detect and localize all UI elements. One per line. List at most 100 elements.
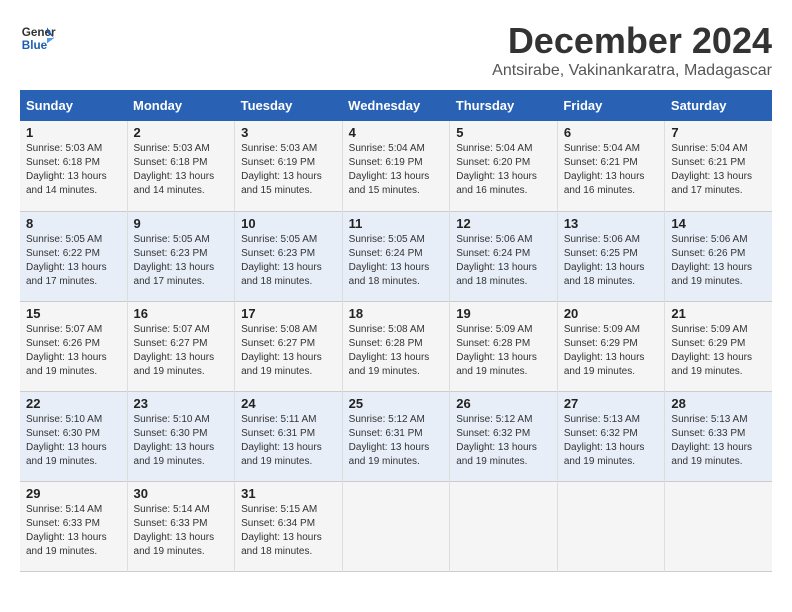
day-info: Sunrise: 5:12 AMSunset: 6:31 PMDaylight:… — [349, 413, 444, 469]
calendar-cell: 23 Sunrise: 5:10 AMSunset: 6:30 PMDayligh… — [127, 391, 235, 481]
calendar-cell — [557, 481, 665, 571]
calendar-cell: 25 Sunrise: 5:12 AMSunset: 6:31 PMDayligh… — [342, 391, 450, 481]
calendar-cell: 11 Sunrise: 5:05 AMSunset: 6:24 PMDayligh… — [342, 211, 450, 301]
day-info: Sunrise: 5:12 AMSunset: 6:32 PMDaylight:… — [456, 413, 551, 469]
header-saturday: Saturday — [665, 90, 772, 121]
calendar-cell: 29 Sunrise: 5:14 AMSunset: 6:33 PMDayligh… — [20, 481, 127, 571]
day-number: 10 — [241, 216, 336, 231]
day-info: Sunrise: 5:06 AMSunset: 6:24 PMDaylight:… — [456, 233, 551, 289]
calendar-cell — [342, 481, 450, 571]
calendar-week-row: 22 Sunrise: 5:10 AMSunset: 6:30 PMDayligh… — [20, 391, 772, 481]
day-info: Sunrise: 5:04 AMSunset: 6:20 PMDaylight:… — [456, 142, 551, 198]
day-number: 25 — [349, 396, 444, 411]
day-info: Sunrise: 5:10 AMSunset: 6:30 PMDaylight:… — [134, 413, 229, 469]
day-number: 30 — [134, 486, 229, 501]
day-info: Sunrise: 5:09 AMSunset: 6:29 PMDaylight:… — [564, 323, 659, 379]
day-number: 9 — [134, 216, 229, 231]
day-number: 27 — [564, 396, 659, 411]
location-title: Antsirabe, Vakinankaratra, Madagascar — [492, 62, 772, 80]
day-number: 14 — [671, 216, 766, 231]
day-info: Sunrise: 5:05 AMSunset: 6:24 PMDaylight:… — [349, 233, 444, 289]
day-number: 29 — [26, 486, 121, 501]
day-number: 26 — [456, 396, 551, 411]
title-area: December 2024 Antsirabe, Vakinankaratra,… — [492, 20, 772, 80]
calendar-cell: 10 Sunrise: 5:05 AMSunset: 6:23 PMDayligh… — [235, 211, 343, 301]
calendar-cell: 22Sunrise: 5:10 AMSunset: 6:30 PMDayligh… — [20, 391, 127, 481]
calendar-cell: 18Sunrise: 5:08 AMSunset: 6:28 PMDayligh… — [342, 301, 450, 391]
month-title: December 2024 — [492, 20, 772, 62]
day-number: 22 — [26, 396, 121, 411]
day-info: Sunrise: 5:05 AMSunset: 6:23 PMDaylight:… — [241, 233, 336, 289]
calendar-cell: 19Sunrise: 5:09 AMSunset: 6:28 PMDayligh… — [450, 301, 558, 391]
day-info: Sunrise: 5:06 AMSunset: 6:26 PMDaylight:… — [671, 233, 766, 289]
header-sunday: Sunday — [20, 90, 127, 121]
header-wednesday: Wednesday — [342, 90, 450, 121]
day-info: Sunrise: 5:03 AMSunset: 6:18 PMDaylight:… — [134, 142, 229, 198]
svg-text:Blue: Blue — [22, 39, 48, 52]
day-info: Sunrise: 5:04 AMSunset: 6:21 PMDaylight:… — [564, 142, 659, 198]
day-number: 15 — [26, 306, 121, 321]
day-number: 12 — [456, 216, 551, 231]
day-info: Sunrise: 5:05 AMSunset: 6:22 PMDaylight:… — [26, 233, 121, 289]
calendar-cell: 2Sunrise: 5:03 AMSunset: 6:18 PMDaylight… — [127, 121, 235, 211]
calendar-cell: 21 Sunrise: 5:09 AMSunset: 6:29 PMDayligh… — [665, 301, 772, 391]
logo-icon: General Blue — [20, 20, 56, 56]
day-number: 13 — [564, 216, 659, 231]
day-number: 17 — [241, 306, 336, 321]
header-monday: Monday — [127, 90, 235, 121]
day-number: 28 — [671, 396, 766, 411]
header-thursday: Thursday — [450, 90, 558, 121]
day-number: 5 — [456, 125, 551, 140]
day-info: Sunrise: 5:08 AMSunset: 6:28 PMDaylight:… — [349, 323, 444, 379]
logo: General Blue — [20, 20, 56, 56]
svg-text:General: General — [22, 26, 56, 39]
calendar-cell: 3Sunrise: 5:03 AMSunset: 6:19 PMDaylight… — [235, 121, 343, 211]
calendar-cell: 4Sunrise: 5:04 AMSunset: 6:19 PMDaylight… — [342, 121, 450, 211]
day-number: 3 — [241, 125, 336, 140]
day-info: Sunrise: 5:14 AMSunset: 6:33 PMDaylight:… — [26, 503, 121, 559]
day-info: Sunrise: 5:09 AMSunset: 6:29 PMDaylight:… — [671, 323, 766, 379]
calendar-cell: 12 Sunrise: 5:06 AMSunset: 6:24 PMDayligh… — [450, 211, 558, 301]
calendar-cell: 26 Sunrise: 5:12 AMSunset: 6:32 PMDayligh… — [450, 391, 558, 481]
day-number: 6 — [564, 125, 659, 140]
calendar-cell: 6 Sunrise: 5:04 AMSunset: 6:21 PMDaylight… — [557, 121, 665, 211]
day-info: Sunrise: 5:15 AMSunset: 6:34 PMDaylight:… — [241, 503, 336, 559]
day-number: 23 — [134, 396, 229, 411]
calendar-cell: 20Sunrise: 5:09 AMSunset: 6:29 PMDayligh… — [557, 301, 665, 391]
calendar-cell: 15 Sunrise: 5:07 AMSunset: 6:26 PMDayligh… — [20, 301, 127, 391]
calendar-cell: 7Sunrise: 5:04 AMSunset: 6:21 PMDaylight… — [665, 121, 772, 211]
day-info: Sunrise: 5:09 AMSunset: 6:28 PMDaylight:… — [456, 323, 551, 379]
day-info: Sunrise: 5:07 AMSunset: 6:26 PMDaylight:… — [26, 323, 121, 379]
day-info: Sunrise: 5:03 AMSunset: 6:18 PMDaylight:… — [26, 142, 121, 198]
calendar-cell: 1 Sunrise: 5:03 AMSunset: 6:18 PMDaylight… — [20, 121, 127, 211]
day-number: 21 — [671, 306, 766, 321]
calendar-cell — [665, 481, 772, 571]
calendar-week-row: 15 Sunrise: 5:07 AMSunset: 6:26 PMDayligh… — [20, 301, 772, 391]
day-number: 8 — [26, 216, 121, 231]
day-info: Sunrise: 5:07 AMSunset: 6:27 PMDaylight:… — [134, 323, 229, 379]
day-info: Sunrise: 5:13 AMSunset: 6:32 PMDaylight:… — [564, 413, 659, 469]
day-number: 1 — [26, 125, 121, 140]
calendar-week-row: 29 Sunrise: 5:14 AMSunset: 6:33 PMDayligh… — [20, 481, 772, 571]
calendar-cell: 24 Sunrise: 5:11 AMSunset: 6:31 PMDayligh… — [235, 391, 343, 481]
calendar-cell: 9Sunrise: 5:05 AMSunset: 6:23 PMDaylight… — [127, 211, 235, 301]
day-info: Sunrise: 5:04 AMSunset: 6:21 PMDaylight:… — [671, 142, 766, 198]
calendar-cell: 5 Sunrise: 5:04 AMSunset: 6:20 PMDaylight… — [450, 121, 558, 211]
calendar-week-row: 8 Sunrise: 5:05 AMSunset: 6:22 PMDaylight… — [20, 211, 772, 301]
calendar-cell: 16 Sunrise: 5:07 AMSunset: 6:27 PMDayligh… — [127, 301, 235, 391]
calendar-cell: 8 Sunrise: 5:05 AMSunset: 6:22 PMDaylight… — [20, 211, 127, 301]
header-friday: Friday — [557, 90, 665, 121]
day-number: 11 — [349, 216, 444, 231]
day-info: Sunrise: 5:08 AMSunset: 6:27 PMDaylight:… — [241, 323, 336, 379]
calendar-week-row: 1 Sunrise: 5:03 AMSunset: 6:18 PMDaylight… — [20, 121, 772, 211]
calendar-cell: 13Sunrise: 5:06 AMSunset: 6:25 PMDayligh… — [557, 211, 665, 301]
calendar-cell: 14 Sunrise: 5:06 AMSunset: 6:26 PMDayligh… — [665, 211, 772, 301]
day-number: 16 — [134, 306, 229, 321]
calendar-cell: 30Sunrise: 5:14 AMSunset: 6:33 PMDayligh… — [127, 481, 235, 571]
day-info: Sunrise: 5:11 AMSunset: 6:31 PMDaylight:… — [241, 413, 336, 469]
calendar-cell — [450, 481, 558, 571]
calendar-cell: 28 Sunrise: 5:13 AMSunset: 6:33 PMDayligh… — [665, 391, 772, 481]
page-header: General Blue December 2024 Antsirabe, Va… — [20, 20, 772, 80]
day-number: 24 — [241, 396, 336, 411]
day-info: Sunrise: 5:13 AMSunset: 6:33 PMDaylight:… — [671, 413, 766, 469]
